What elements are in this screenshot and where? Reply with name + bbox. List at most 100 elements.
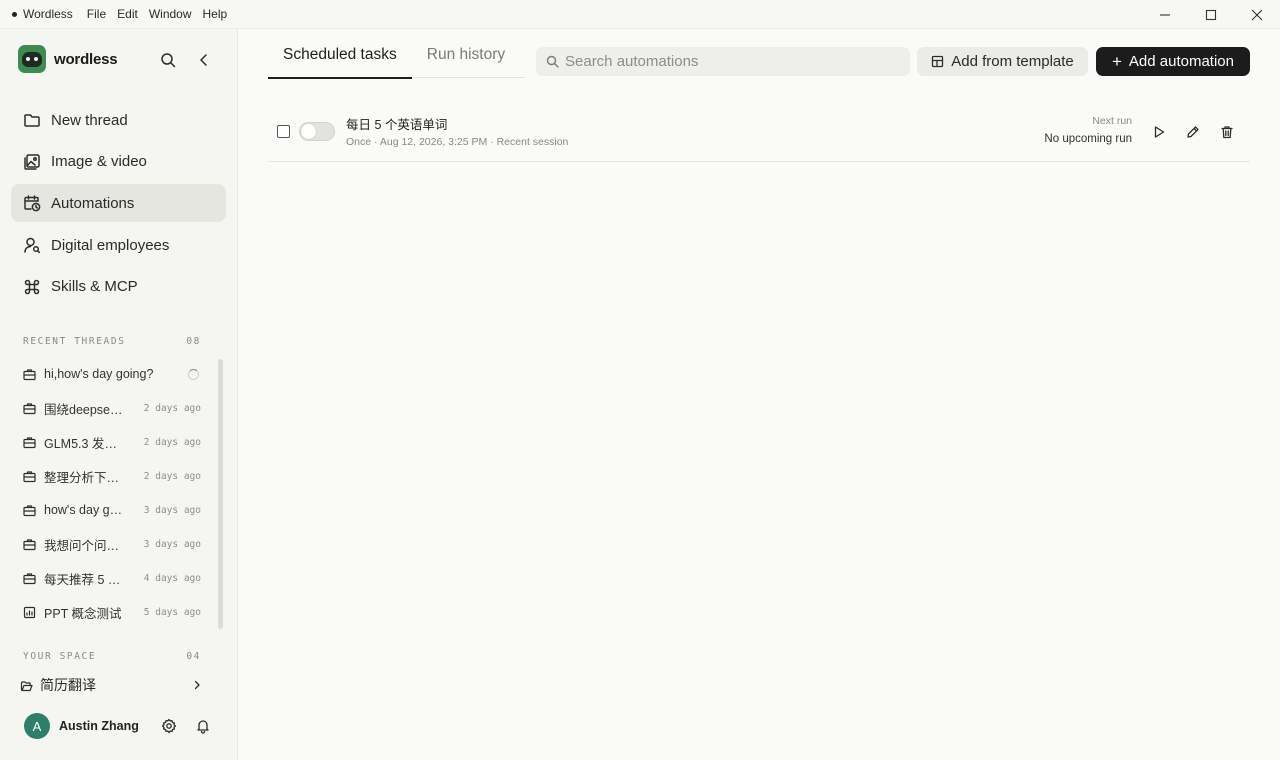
- brand-name: wordless: [54, 50, 118, 68]
- app-indicator-dot: [12, 11, 17, 17]
- maximize-button[interactable]: [1188, 0, 1234, 29]
- search-icon: [546, 55, 559, 68]
- thread-item[interactable]: hi,how's day going?: [23, 357, 201, 391]
- briefcase-icon: [23, 470, 36, 483]
- menu-edit[interactable]: Edit: [117, 7, 138, 21]
- user-profile[interactable]: A Austin Zhang: [24, 713, 214, 739]
- chevron-left-icon: [200, 54, 207, 66]
- thread-title: 每天推荐 5 个…: [44, 572, 128, 587]
- thread-time: 2 days ago: [143, 402, 201, 414]
- sidebar-scrollbar[interactable]: [218, 345, 223, 635]
- thread-item[interactable]: 整理分析下今… 2 days ago: [23, 459, 201, 493]
- task-row[interactable]: 每日 5 个英语单词 Once · Aug 12, 2026, 3:25 PM …: [268, 104, 1250, 162]
- thread-item[interactable]: GLM5.3 发布… 2 days ago: [23, 425, 201, 459]
- gear-icon: [161, 718, 177, 734]
- thread-item[interactable]: 每天推荐 5 个… 4 days ago: [23, 561, 201, 595]
- main-nav: New thread Image & video Automations Dig…: [11, 101, 226, 309]
- slides-icon: [23, 606, 36, 619]
- minimize-icon: [1160, 13, 1170, 16]
- section-count: 08: [186, 336, 201, 347]
- toggle-knob: [301, 124, 316, 139]
- thread-item[interactable]: 围绕deepseek… 2 days ago: [23, 391, 201, 425]
- add-automation-button[interactable]: + Add automation: [1096, 47, 1250, 76]
- loading-spinner-icon: [188, 368, 199, 380]
- menu-file[interactable]: File: [87, 7, 106, 21]
- edit-task-button[interactable]: [1185, 124, 1201, 140]
- brand[interactable]: wordless: [18, 45, 118, 73]
- thread-title: hi,how's day going?: [44, 367, 154, 381]
- nav-label: Digital employees: [51, 236, 170, 254]
- menu-help[interactable]: Help: [203, 7, 228, 21]
- thread-title: PPT 概念测试: [44, 606, 122, 621]
- sidebar: wordless New thread Image & video Automa…: [0, 29, 238, 760]
- nav-automations[interactable]: Automations: [11, 184, 226, 223]
- section-title: RECENT THREADS: [23, 336, 126, 347]
- bell-icon: [197, 720, 209, 734]
- nav-skills-mcp[interactable]: Skills & MCP: [11, 268, 226, 306]
- task-select-checkbox[interactable]: [277, 125, 290, 138]
- maximize-icon: [1205, 9, 1217, 20]
- tab-scheduled-tasks[interactable]: Scheduled tasks: [268, 39, 412, 79]
- next-run-label: Next run: [1092, 115, 1132, 127]
- search-box[interactable]: [536, 47, 910, 76]
- thread-time: 3 days ago: [143, 504, 201, 516]
- folder-open-icon: [20, 680, 33, 691]
- window-controls: [1142, 0, 1280, 29]
- search-input[interactable]: [565, 53, 895, 70]
- minimize-button[interactable]: [1142, 0, 1188, 29]
- thread-title: GLM5.3 发布…: [44, 436, 128, 451]
- briefcase-icon: [23, 504, 36, 517]
- recent-threads-heading: RECENT THREADS 08: [23, 336, 201, 347]
- user-name: Austin Zhang: [59, 719, 139, 733]
- thread-item[interactable]: 我想问个问题… 3 days ago: [23, 527, 201, 561]
- image-icon: [23, 153, 41, 171]
- close-icon: [1251, 9, 1263, 20]
- nav-new-thread[interactable]: New thread: [11, 101, 226, 139]
- run-now-button[interactable]: [1151, 124, 1167, 140]
- delete-task-button[interactable]: [1219, 124, 1235, 140]
- sidebar-search-button[interactable]: [160, 52, 176, 73]
- pencil-icon: [1187, 126, 1199, 138]
- thread-title: 围绕deepseek…: [44, 402, 128, 417]
- notifications-button[interactable]: [195, 718, 211, 739]
- settings-button[interactable]: [161, 718, 177, 739]
- space-item[interactable]: 简历翻译: [20, 675, 203, 695]
- button-label: Add automation: [1128, 53, 1234, 70]
- calendar-clock-icon: [23, 194, 41, 212]
- tab-run-history[interactable]: Run history: [412, 39, 520, 78]
- nav-label: New thread: [51, 111, 128, 129]
- task-enabled-toggle[interactable]: [299, 122, 335, 141]
- avatar[interactable]: A: [24, 713, 50, 739]
- section-title: YOUR SPACE: [23, 651, 97, 662]
- app-title: Wordless: [23, 7, 73, 21]
- nav-label: Skills & MCP: [51, 278, 138, 296]
- thread-time: 3 days ago: [143, 538, 201, 550]
- collapse-sidebar-button[interactable]: [196, 52, 212, 73]
- nav-digital-employees[interactable]: Digital employees: [11, 226, 226, 264]
- briefcase-icon: [23, 436, 36, 449]
- title-bar: Wordless File Edit Window Help: [0, 0, 1280, 29]
- thread-title: 整理分析下今…: [44, 470, 128, 485]
- app-logo: [18, 45, 46, 73]
- briefcase-icon: [23, 368, 36, 381]
- button-label: Add from template: [951, 53, 1074, 70]
- menu-window[interactable]: Window: [149, 7, 192, 21]
- plus-icon: +: [1111, 52, 1122, 71]
- add-from-template-button[interactable]: Add from template: [917, 47, 1088, 76]
- thread-time: 5 days ago: [143, 606, 201, 618]
- main-content: Scheduled tasks Run history Add from tem…: [238, 29, 1280, 760]
- space-title: 简历翻译: [40, 677, 96, 693]
- recent-threads-list: hi,how's day going? 围绕deepseek… 2 days a…: [23, 357, 201, 629]
- command-icon: [23, 278, 41, 296]
- thread-item[interactable]: PPT 概念测试 5 days ago: [23, 595, 201, 629]
- nav-label: Automations: [51, 194, 135, 212]
- close-window-button[interactable]: [1234, 0, 1280, 29]
- thread-item[interactable]: how's day goi… 3 days ago: [23, 493, 201, 527]
- thread-title: 我想问个问题…: [44, 538, 128, 553]
- thread-title: how's day goi…: [44, 503, 128, 517]
- chevron-right-icon: [194, 680, 200, 690]
- nav-image-video[interactable]: Image & video: [11, 143, 226, 181]
- thread-time: 2 days ago: [143, 436, 201, 448]
- scrollbar-thumb[interactable]: [218, 359, 223, 629]
- trash-icon: [1221, 126, 1233, 139]
